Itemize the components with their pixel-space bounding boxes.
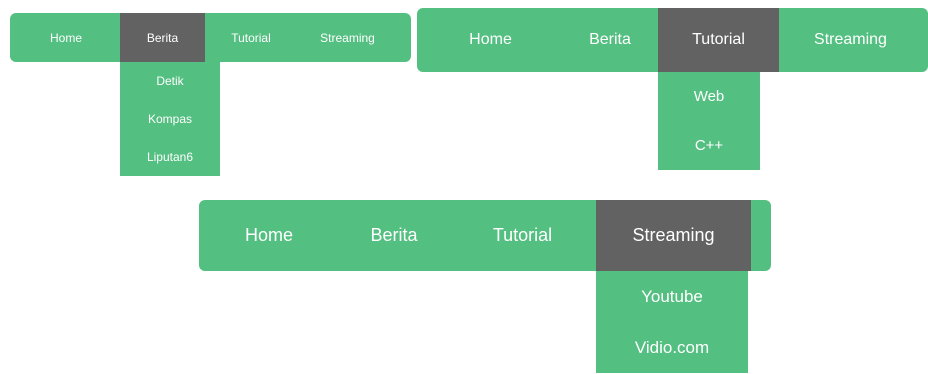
nav-item-label: Streaming (632, 225, 715, 245)
nav-item-streaming[interactable]: Streaming (297, 13, 404, 62)
nav-item-home[interactable]: Home (417, 8, 562, 72)
dropdown-item-liputan6[interactable]: Liputan6 (120, 138, 220, 176)
nav-bar-large: Home Berita Tutorial Streaming Youtube V… (199, 200, 771, 373)
nav-item-streaming-active[interactable]: Streaming Youtube Vidio.com (596, 200, 751, 373)
nav-item-berita[interactable]: Berita (339, 200, 449, 271)
nav-item-tutorial[interactable]: Tutorial (449, 200, 596, 271)
nav-item-home[interactable]: Home (199, 200, 339, 271)
nav-item-streaming[interactable]: Streaming (779, 8, 928, 72)
dropdown-item-web[interactable]: Web (658, 72, 760, 121)
dropdown-item-cpp[interactable]: C++ (658, 121, 760, 170)
nav-item-berita-active[interactable]: Berita Detik Kompas Liputan6 (120, 13, 220, 176)
nav-bar-small: Home Berita Detik Kompas Liputan6 Tutori… (10, 13, 411, 176)
dropdown-item-kompas[interactable]: Kompas (120, 100, 220, 138)
nav-item-label: Berita (146, 30, 179, 45)
dropdown-item-detik[interactable]: Detik (120, 62, 220, 100)
page: Home Berita Detik Kompas Liputan6 Tutori… (0, 0, 928, 374)
dropdown-menu-streaming: Youtube Vidio.com (596, 271, 748, 373)
nav-item-tutorial-active[interactable]: Tutorial Web C++ (658, 8, 779, 170)
dropdown-menu-berita: Detik Kompas Liputan6 (120, 62, 220, 176)
nav-item-home[interactable]: Home (10, 13, 120, 62)
nav-bar-medium: Home Berita Tutorial Web C++ Streaming (417, 8, 928, 170)
nav-item-berita[interactable]: Berita (562, 8, 658, 72)
dropdown-item-youtube[interactable]: Youtube (596, 271, 748, 322)
nav-item-label: Tutorial (692, 31, 745, 48)
dropdown-menu-tutorial: Web C++ (658, 72, 760, 170)
dropdown-item-vidio[interactable]: Vidio.com (596, 322, 748, 373)
nav-item-tutorial[interactable]: Tutorial (205, 13, 297, 62)
